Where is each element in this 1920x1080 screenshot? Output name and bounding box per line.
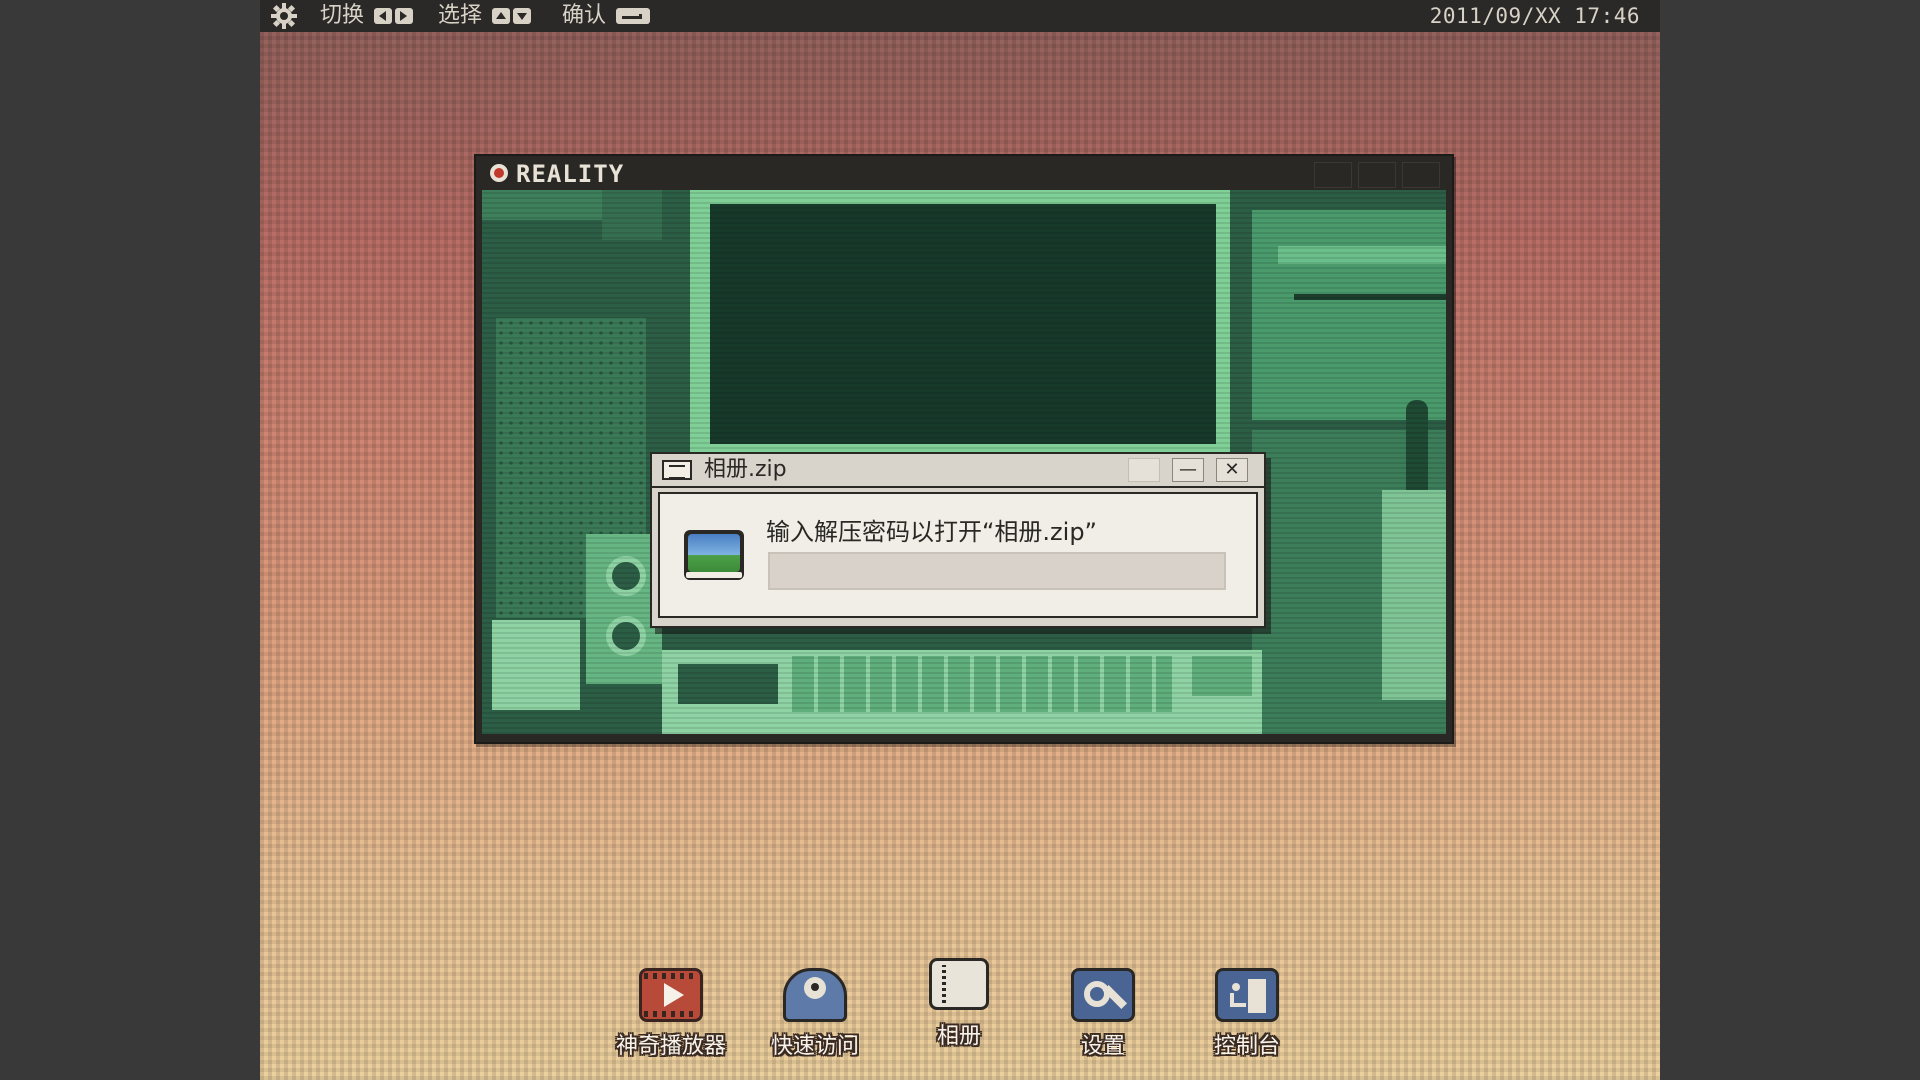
drive-slot	[1294, 294, 1446, 300]
drive-bay	[1278, 246, 1446, 264]
down-key-icon	[513, 8, 532, 24]
window-button-ghost	[1402, 162, 1440, 188]
wall-box	[602, 190, 662, 240]
dialog-body: 输入解压密码以打开“相册.zip”	[658, 492, 1258, 618]
switch-hint: 切换	[320, 0, 414, 32]
password-input[interactable]	[768, 552, 1226, 590]
up-key-icon	[492, 8, 511, 24]
window-button-ghost	[1358, 162, 1396, 188]
photo-album-icon	[684, 530, 744, 580]
notebook-icon	[929, 958, 989, 1010]
zip-password-dialog[interactable]: 相册.zip — ✕ 输入解压密码以打开“相册.zip”	[650, 452, 1266, 628]
mug	[492, 620, 580, 710]
speaker-cone	[606, 556, 646, 596]
wrench-gear-icon	[1071, 968, 1135, 1022]
keyboard-keys	[792, 656, 1172, 712]
minimize-icon: —	[1179, 459, 1197, 480]
confirm-label: 确认	[562, 3, 607, 28]
record-icon	[490, 164, 508, 182]
top-bar: 切换 选择 确认 2011/09/XX 17:46	[260, 0, 1660, 32]
dialog-titlebar[interactable]: 相册.zip — ✕	[652, 454, 1264, 488]
keyboard-display	[678, 664, 778, 704]
dock-label: 相册	[936, 1024, 981, 1049]
close-button[interactable]: ✕	[1216, 458, 1248, 482]
dock-label: 神奇播放器	[615, 1034, 726, 1059]
dialog-title: 相册.zip	[704, 457, 787, 482]
maximize-button	[1128, 458, 1160, 482]
enter-key	[1192, 656, 1252, 696]
select-label: 选择	[438, 3, 483, 28]
right-key-icon	[395, 8, 414, 24]
disk-drive-icon	[783, 968, 847, 1022]
window-button-ghost	[1314, 162, 1352, 188]
film-play-icon	[639, 968, 703, 1022]
minimize-button[interactable]: —	[1172, 458, 1204, 482]
select-hint: 选择	[438, 0, 532, 32]
plant-pot	[1382, 490, 1446, 700]
reality-window-title: REALITY	[516, 160, 625, 188]
exit-running-man-icon	[1215, 968, 1279, 1022]
pc-tower	[1252, 210, 1446, 420]
close-icon: ✕	[1224, 459, 1240, 480]
enter-key-icon	[616, 8, 651, 24]
dock-label: 快速访问	[770, 1034, 859, 1059]
archive-icon	[662, 460, 692, 480]
gear-icon[interactable]	[270, 0, 298, 32]
dock-label: 设置	[1080, 1034, 1125, 1059]
clock: 2011/09/XX 17:46	[1429, 4, 1640, 28]
confirm-hint: 确认	[562, 0, 651, 32]
monitor-screen	[710, 204, 1216, 444]
dialog-message: 输入解压密码以打开“相册.zip”	[766, 518, 1097, 546]
left-key-icon	[374, 8, 393, 24]
speaker-cone	[606, 616, 646, 656]
switch-label: 切换	[320, 3, 365, 28]
reality-window[interactable]: REALITY	[474, 154, 1454, 744]
dock-label: 控制台	[1213, 1034, 1280, 1059]
